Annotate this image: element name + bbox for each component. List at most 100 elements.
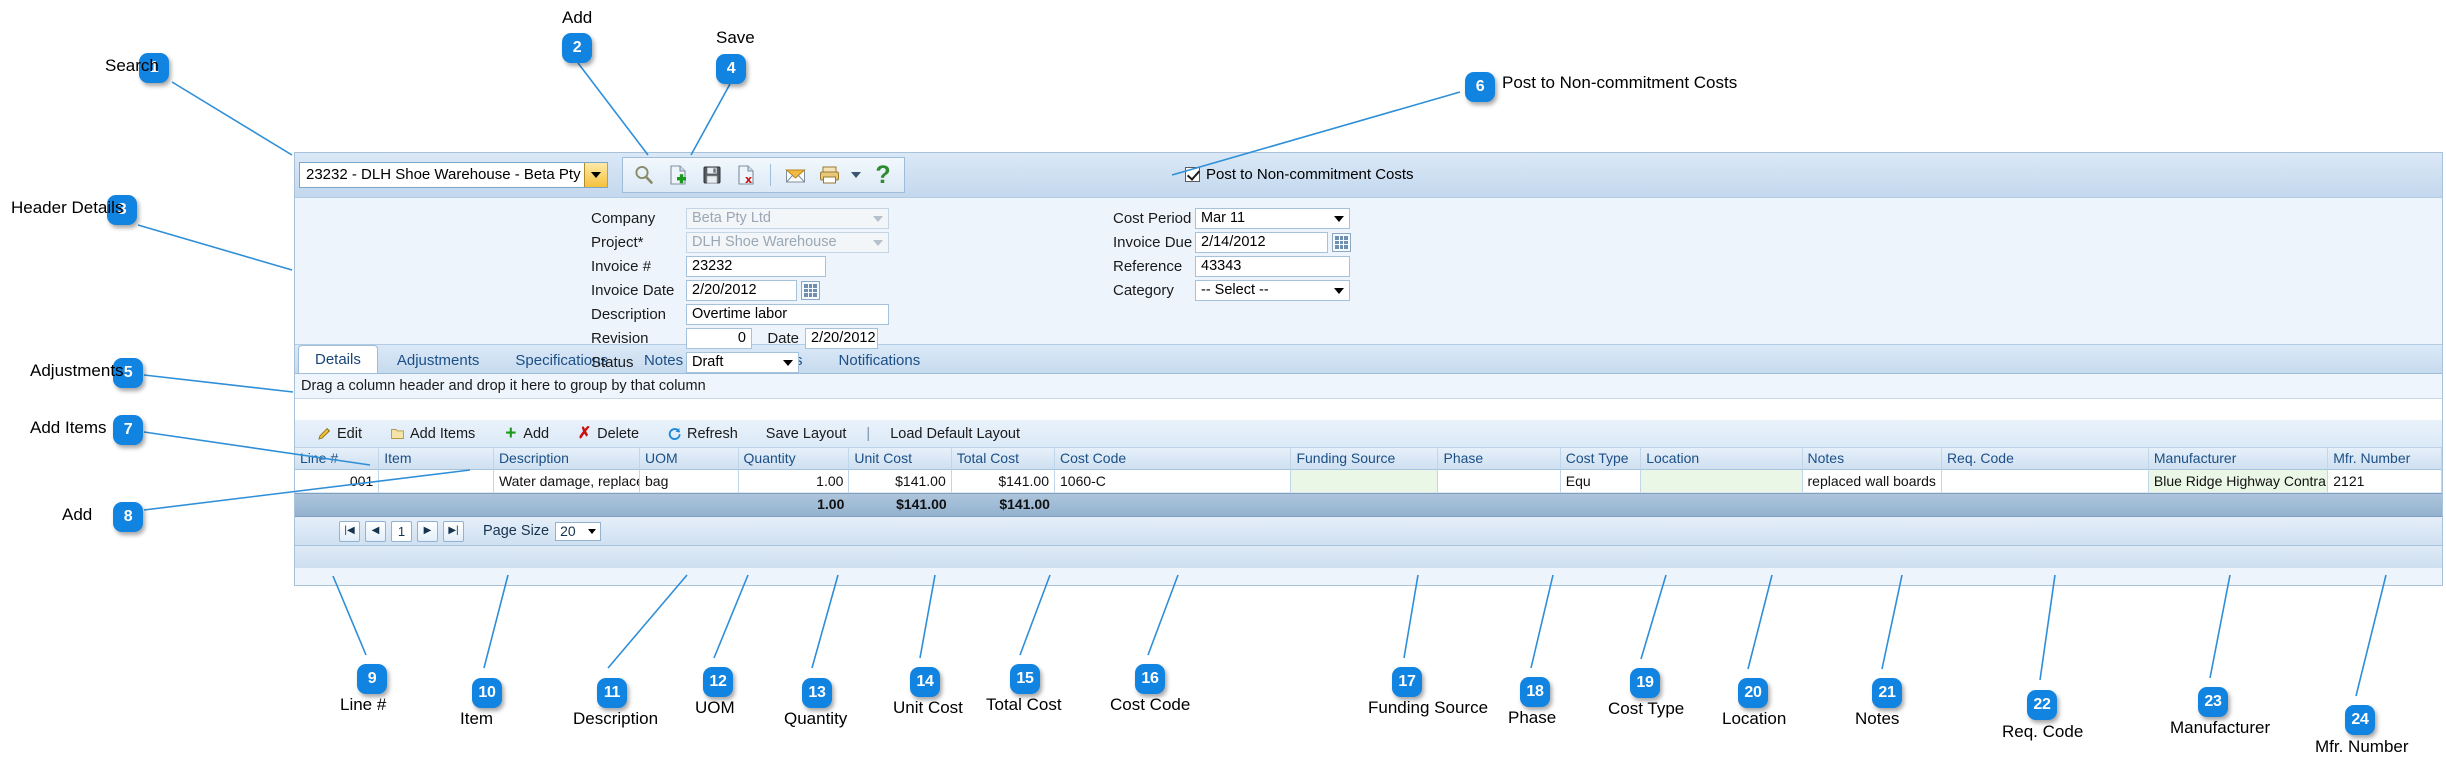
label-invoice-date: Invoice Date [591, 282, 675, 299]
input-revision-date[interactable]: 2/20/2012 [805, 328, 878, 349]
tab-details[interactable]: Details [298, 345, 378, 373]
grid-cell-total_cost[interactable]: $141.00 [951, 470, 1055, 493]
print-chevron-down-icon[interactable] [848, 172, 864, 178]
annotation-label-9: Line # [340, 695, 387, 714]
grid-header-mfr_number[interactable]: Mfr. Number [2328, 448, 2442, 470]
screenshot-root: 23232 - DLH Shoe Warehouse - Beta Pty Lt… [0, 0, 2446, 761]
pager-first-button[interactable]: |◀ [339, 520, 360, 542]
annotation-label-14: Unit Cost [893, 698, 963, 717]
input-revision[interactable]: 0 [686, 328, 752, 349]
grid-header-item[interactable]: Item [379, 448, 494, 470]
svg-text:x: x [745, 173, 752, 186]
record-search-combo[interactable]: 23232 - DLH Shoe Warehouse - Beta Pty Lt… [299, 162, 608, 188]
grid-cell-line[interactable]: 001 [295, 470, 380, 493]
tab-notifications[interactable]: Notifications [822, 347, 938, 373]
grid-cell-phase[interactable] [1438, 470, 1561, 493]
annotation-label-21: Notes [1855, 709, 1900, 728]
record-search-dropdown-arrow[interactable] [584, 163, 607, 187]
grid-total-uom [640, 494, 739, 516]
grid-cell-mfr_number[interactable]: 2121 [2328, 470, 2442, 493]
annotation-badge-23: 23 [2198, 687, 2228, 717]
page-size-select[interactable]: 20 [555, 521, 602, 541]
envelope-icon[interactable] [780, 161, 810, 189]
grid-action-bar: Edit Add Items + Add ✗ Delete Refresh Save Layo… [295, 420, 2442, 448]
grid-header-req_code[interactable]: Req. Code [1941, 448, 2149, 470]
input-project[interactable]: DLH Shoe Warehouse [686, 232, 889, 253]
grid-header-location[interactable]: Location [1641, 448, 1803, 470]
grid-header-line[interactable]: Line # [295, 448, 380, 470]
input-invoice-number[interactable]: 23232 [686, 256, 826, 277]
post-to-noncommitment-checkbox-group[interactable]: Post to Non-commitment Costs [1185, 166, 1414, 183]
grid-cell-cost_code[interactable]: 1060-C [1055, 470, 1292, 493]
pager-last-button[interactable]: ▶| [443, 520, 464, 542]
grid-header-description[interactable]: Description [493, 448, 641, 470]
action-label: Delete [597, 425, 640, 442]
grid-header-manufacturer[interactable]: Manufacturer [2148, 448, 2329, 470]
grid-cell-quantity[interactable]: 1.00 [738, 470, 850, 493]
input-invoice-due[interactable]: 2/14/2012 [1195, 232, 1328, 253]
grid-cell-uom[interactable]: bag [640, 470, 739, 493]
action-add[interactable]: + Add [491, 424, 561, 443]
annotation-badge-6: 6 [1465, 72, 1495, 102]
question-mark-icon[interactable]: ? [868, 161, 898, 189]
post-to-noncommitment-checkbox[interactable] [1185, 167, 1200, 182]
action-save-layout[interactable]: Save Layout [754, 426, 859, 442]
grid-header-phase[interactable]: Phase [1438, 448, 1561, 470]
grid-header-cost_code[interactable]: Cost Code [1055, 448, 1292, 470]
grid-header-notes[interactable]: Notes [1802, 448, 1942, 470]
invoice-due-calendar-icon[interactable] [1332, 233, 1351, 252]
pager-page-1[interactable]: 1 [391, 520, 412, 542]
page-size-label: Page Size [483, 523, 550, 539]
action-edit[interactable]: Edit [305, 426, 374, 442]
line-items-grid: Line # Item Description UOM Quantity Unit Cos… [295, 448, 2442, 517]
grid-cell-location[interactable] [1641, 470, 1803, 493]
action-refresh[interactable]: Refresh [655, 426, 750, 442]
pager-prev-button[interactable]: ◀ [365, 520, 386, 542]
annotation-leader-line-3 [137, 224, 293, 271]
grid-total-description [494, 494, 640, 516]
grid-cell-notes[interactable]: replaced wall boards [1802, 470, 1942, 493]
group-by-dropzone[interactable]: Drag a column header and drop it here to… [295, 374, 2442, 399]
floppy-disk-icon[interactable] [697, 161, 727, 189]
new-document-icon[interactable] [663, 161, 693, 189]
printer-icon[interactable] [814, 161, 844, 189]
grid-header-unit_cost[interactable]: Unit Cost [849, 448, 952, 470]
pager-next-button[interactable]: ▶ [417, 520, 438, 542]
grid-cell-description[interactable]: Water damage, replacemen... [493, 470, 641, 493]
input-description[interactable]: Overtime labor [686, 304, 889, 325]
record-search-value[interactable]: 23232 - DLH Shoe Warehouse - Beta Pty Lt… [300, 163, 584, 187]
table-row[interactable]: 001Water damage, replacemen...bag1.00$14… [295, 470, 2442, 493]
grid-header-quantity[interactable]: Quantity [738, 448, 850, 470]
grid-cell-req_code[interactable] [1941, 470, 2149, 493]
annotation-label-12: UOM [695, 698, 735, 717]
grid-cell-unit_cost[interactable]: $141.00 [849, 470, 952, 493]
search-icon[interactable] [629, 161, 659, 189]
action-load-default-layout[interactable]: Load Default Layout [878, 426, 1032, 442]
grid-header-funding[interactable]: Funding Source [1291, 448, 1439, 470]
field-invoice-due: Invoice Due 2/14/2012 [1113, 232, 1351, 253]
input-reference[interactable]: 43343 [1195, 256, 1350, 277]
action-delete[interactable]: ✗ Delete [565, 426, 651, 442]
input-category[interactable]: -- Select -- [1195, 280, 1350, 301]
grid-cell-funding[interactable] [1291, 470, 1439, 493]
grid-cell-cost_type[interactable]: Equ [1560, 470, 1642, 493]
action-add-items[interactable]: Add Items [378, 426, 487, 442]
delete-document-icon[interactable]: x [731, 161, 761, 189]
input-invoice-date[interactable]: 2/20/2012 [686, 280, 797, 301]
grid-header-total_cost[interactable]: Total Cost [951, 448, 1055, 470]
annotation-label-8: Add [62, 505, 93, 524]
annotation-label-2: Add [562, 8, 593, 27]
invoice-date-calendar-icon[interactable] [801, 281, 820, 300]
grid-header-uom[interactable]: UOM [640, 448, 739, 470]
input-cost-period[interactable]: Mar 11 [1195, 208, 1350, 229]
annotation-label-13: Quantity [784, 709, 848, 728]
tab-adjustments[interactable]: Adjustments [380, 347, 497, 373]
field-cost-period: Cost Period Mar 11 [1113, 208, 1350, 229]
grid-header-cost_type[interactable]: Cost Type [1560, 448, 1642, 470]
label-reference: Reference [1113, 258, 1183, 275]
annotation-badge-2: 2 [562, 33, 592, 63]
input-company[interactable]: Beta Pty Ltd [686, 208, 889, 229]
grid-cell-manufacturer[interactable]: Blue Ridge Highway Contra... [2148, 470, 2329, 493]
input-status[interactable]: Draft [686, 352, 799, 373]
grid-cell-item[interactable] [379, 470, 494, 493]
